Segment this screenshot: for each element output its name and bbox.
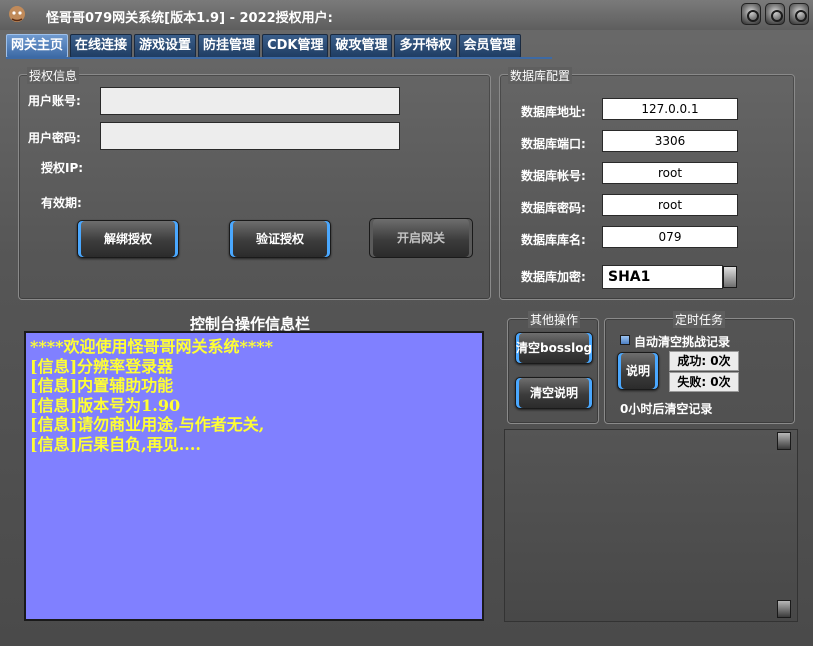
success-count: 成功: 0次	[669, 351, 739, 371]
scroll-down-icon[interactable]	[777, 600, 791, 618]
console-line: [信息]版本号为1.90	[30, 395, 181, 415]
scroll-up-icon[interactable]	[777, 432, 791, 450]
tab-break-attack[interactable]: 破攻管理	[330, 34, 393, 58]
mascot-icon	[9, 6, 25, 22]
console-line: [信息]内置辅助功能	[30, 376, 174, 395]
database-group-title: 数据库配置	[508, 67, 573, 84]
clear-bosslog-button[interactable]: 清空bosslog	[515, 332, 593, 364]
countdown-label: 0小时后清空记录	[620, 402, 713, 416]
account-input[interactable]	[100, 87, 400, 115]
other-ops-title: 其他操作	[528, 311, 581, 328]
db-account-input[interactable]: root	[602, 162, 738, 184]
password-label: 用户密码:	[28, 131, 81, 145]
auth-ip-label: 授权IP:	[41, 161, 84, 175]
tab-cdk-management[interactable]: CDK管理	[262, 34, 329, 58]
db-address-label: 数据库地址:	[521, 105, 586, 119]
fail-count: 失败: 0次	[669, 372, 739, 392]
minimize-button[interactable]	[741, 3, 761, 25]
window-title: 怪哥哥079网关系统[版本1.9] - 2022授权用户:	[46, 11, 333, 26]
console-line: [信息]请勿商业用途,与作者无关,	[30, 415, 265, 434]
tab-member-management[interactable]: 会员管理	[458, 34, 521, 58]
auto-clear-checkbox[interactable]	[620, 335, 630, 345]
db-encrypt-select[interactable]: SHA1	[602, 265, 723, 289]
explain-button[interactable]: 说明	[617, 352, 659, 390]
db-password-input[interactable]: root	[602, 194, 738, 216]
auto-clear-label: 自动清空挑战记录	[634, 335, 731, 349]
db-port-label: 数据库端口:	[521, 137, 586, 151]
db-encrypt-label: 数据库加密:	[521, 270, 586, 284]
verify-auth-button[interactable]: 验证授权	[229, 220, 331, 258]
console-line: [信息]后果自负,再见....	[30, 434, 201, 454]
db-account-label: 数据库帐号:	[521, 169, 586, 183]
account-label: 用户账号:	[28, 94, 81, 108]
title-bar[interactable]: 怪哥哥079网关系统[版本1.9] - 2022授权用户:	[0, 0, 813, 30]
tab-anti-cheat[interactable]: 防挂管理	[198, 34, 261, 58]
db-name-label: 数据库库名:	[521, 233, 586, 247]
dropdown-arrow-icon[interactable]	[723, 266, 737, 288]
console-output[interactable]: ****欢迎使用怪哥哥网关系统**** [信息]分辨率登录器 [信息]内置辅助功…	[24, 331, 484, 621]
tab-multi-open[interactable]: 多开特权	[394, 34, 457, 58]
console-line: ****欢迎使用怪哥哥网关系统****	[30, 337, 273, 356]
expiry-label: 有效期:	[41, 196, 82, 210]
tab-home[interactable]: 网关主页	[6, 34, 69, 58]
db-password-label: 数据库密码:	[521, 201, 586, 215]
tab-online-connections[interactable]: 在线连接	[70, 34, 133, 58]
db-port-input[interactable]: 3306	[602, 130, 738, 152]
main-tab-bar: 网关主页 在线连接 游戏设置 防挂管理 CDK管理 破攻管理 多开特权 会员管理	[6, 34, 521, 58]
db-address-input[interactable]: 127.0.0.1	[602, 98, 738, 120]
maximize-button[interactable]	[765, 3, 785, 25]
log-panel[interactable]	[504, 429, 798, 622]
tab-game-settings[interactable]: 游戏设置	[134, 34, 197, 58]
db-name-input[interactable]: 079	[602, 226, 738, 248]
clear-help-button[interactable]: 清空说明	[515, 377, 593, 409]
close-button[interactable]	[789, 3, 809, 25]
password-input[interactable]	[100, 122, 400, 150]
console-line: [信息]分辨率登录器	[30, 356, 174, 376]
timer-group-title: 定时任务	[673, 311, 726, 328]
auth-group-title: 授权信息	[27, 67, 80, 84]
unbind-auth-button[interactable]: 解绑授权	[77, 220, 179, 258]
open-gateway-button[interactable]: 开启网关	[369, 218, 473, 258]
tab-underline	[6, 57, 552, 59]
